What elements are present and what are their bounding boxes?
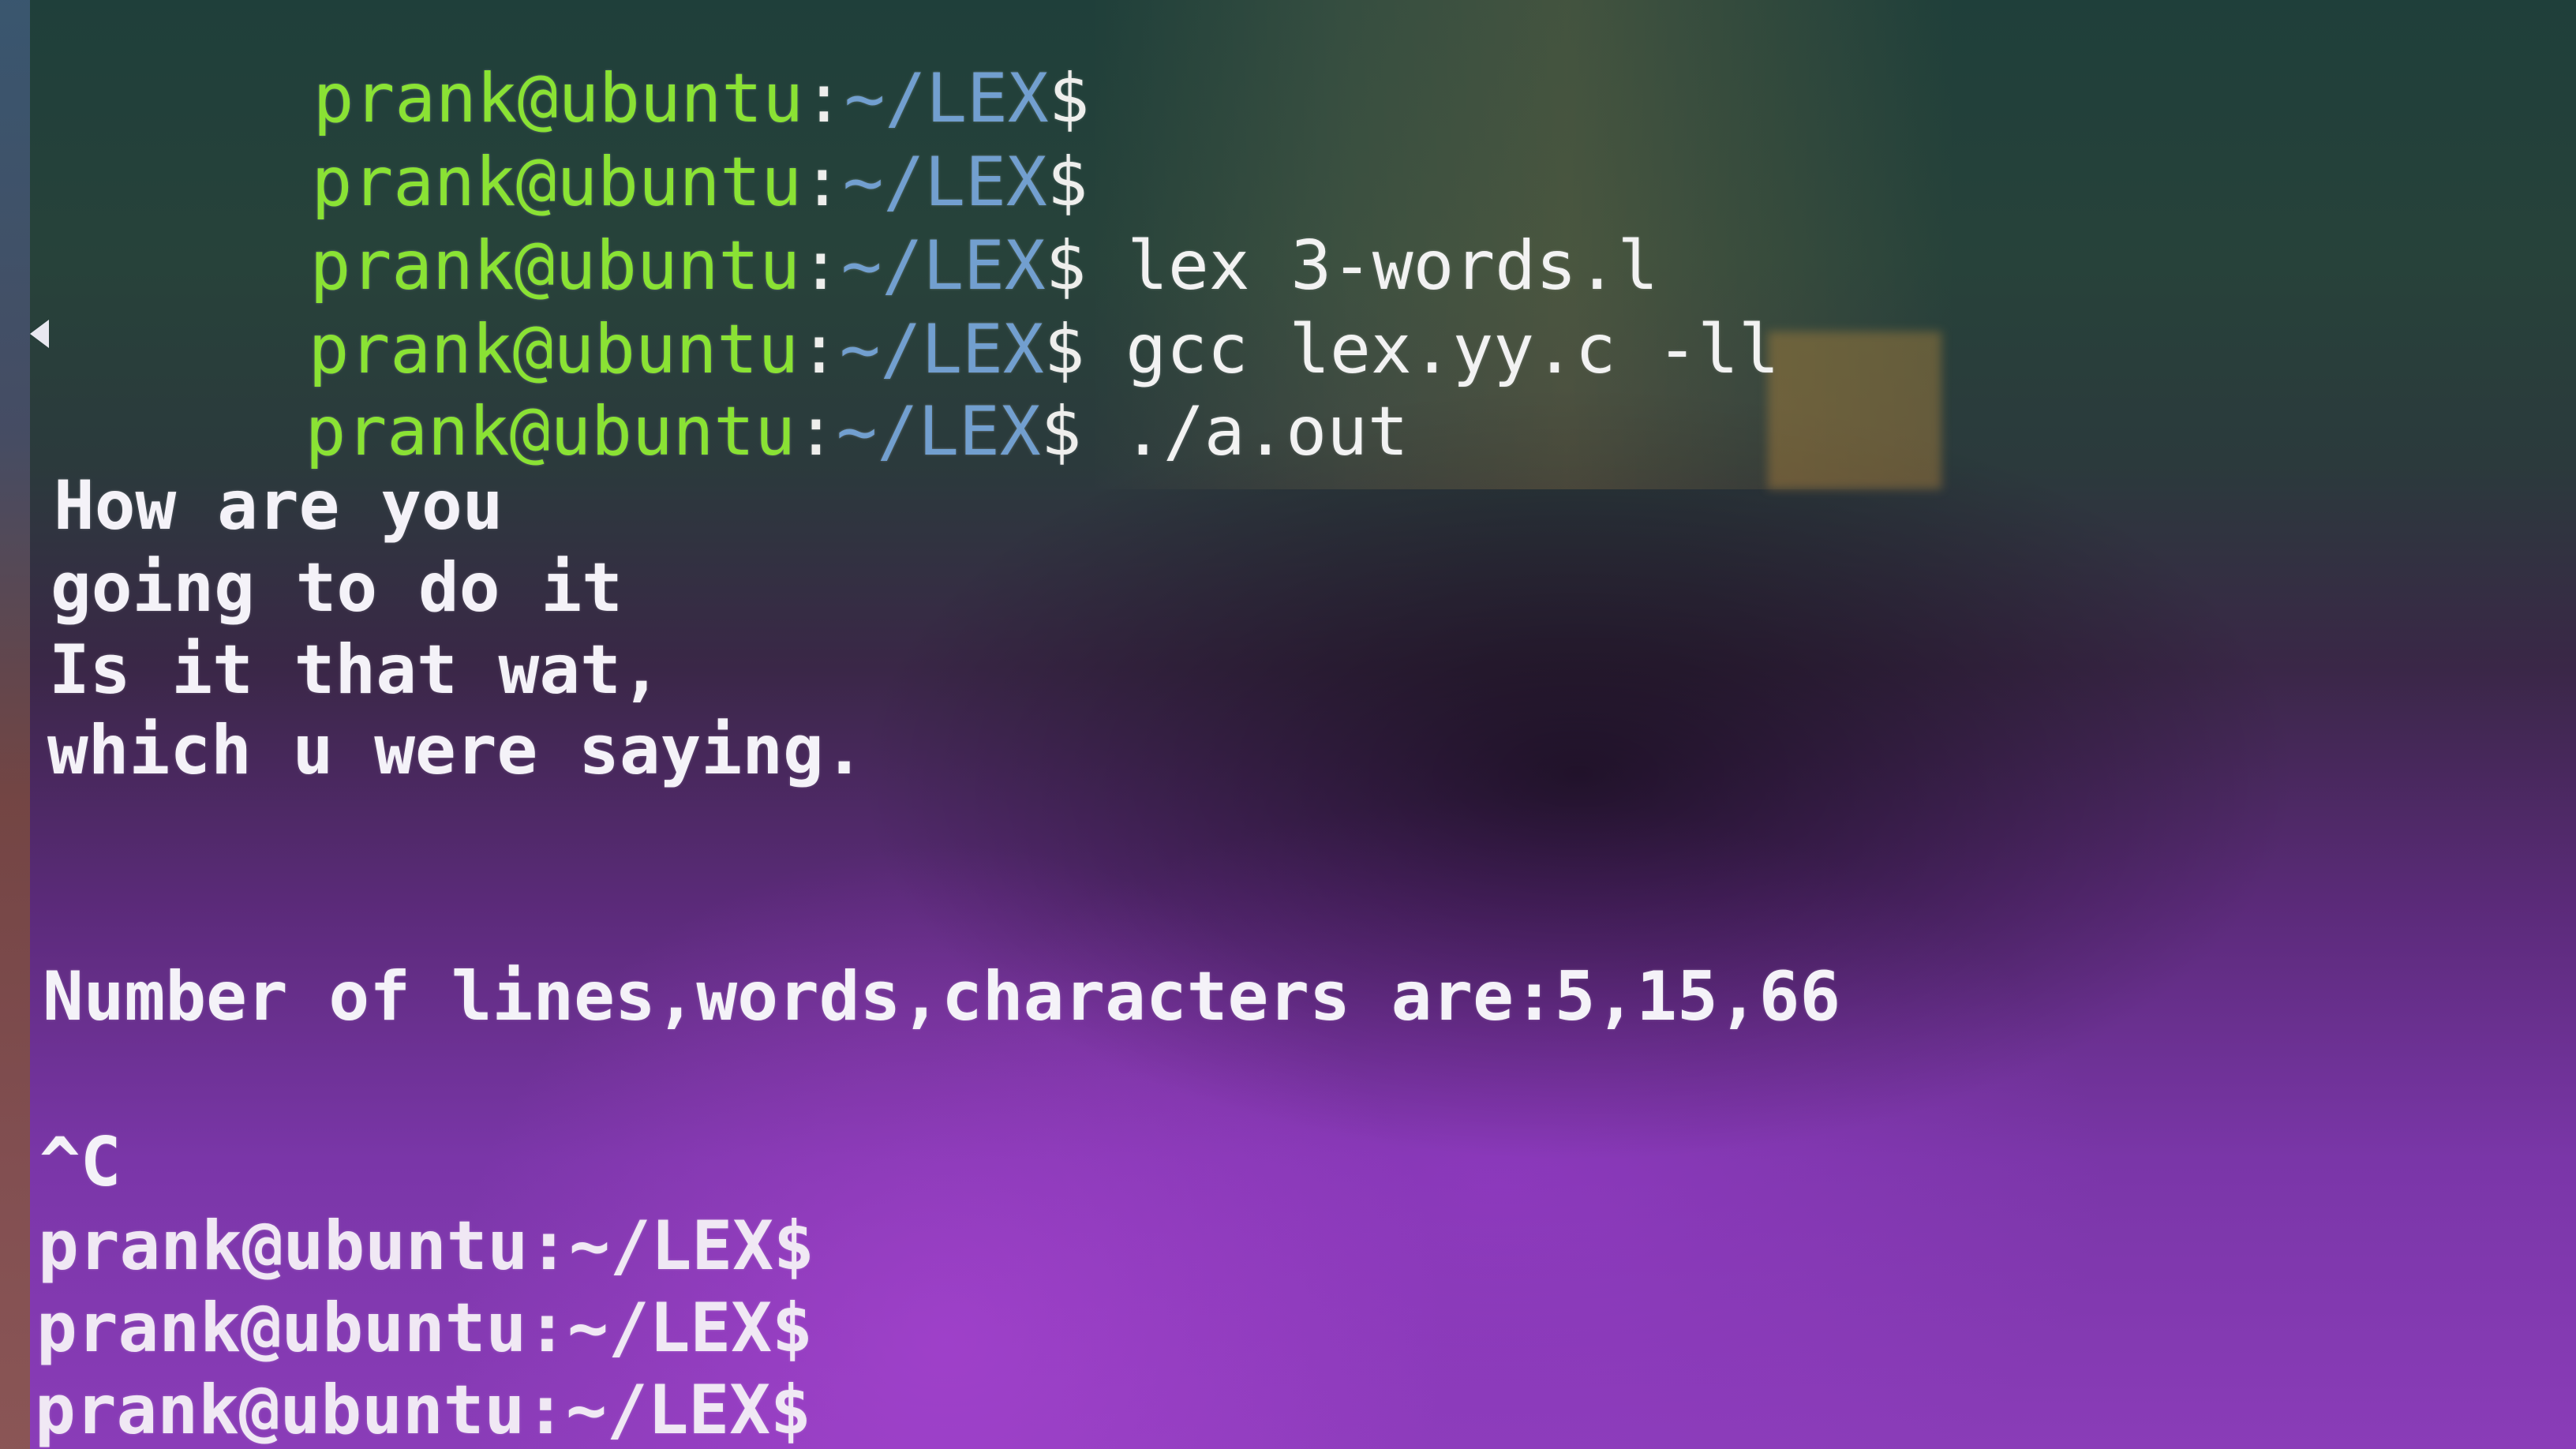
prompt-path: ~/LEX — [836, 391, 1041, 471]
prompt-line: prank@ubuntu:~/LEX$ lex 3-words.l — [65, 144, 1659, 305]
prompt-line: prank@ubuntu:~/LEX$ — [36, 1289, 813, 1368]
input-line: Is it that wat, — [49, 631, 662, 710]
prompt-line: prank@ubuntu:~/LEX$ — [38, 1207, 814, 1286]
input-line: How are you — [54, 466, 504, 545]
interrupt-line: ^C — [39, 1123, 122, 1202]
prompt-colon: : — [796, 391, 837, 471]
terminal-output[interactable]: prank@ubuntu:~/LEX$ prank@ubuntu:~/LEX$ … — [0, 0, 2576, 1449]
prompt-line: prank@ubuntu:~/LEX$ — [68, 0, 1090, 138]
prompt-line: prank@ubuntu:~/LEX$ ./a.out — [60, 309, 1409, 471]
input-line: going to do it — [51, 549, 623, 627]
prompt-line: prank@ubuntu:~/LEX$ gcc lex.yy.c -ll — [63, 227, 1780, 389]
terminal-screen-photo: prank@ubuntu:~/LEX$ prank@ubuntu:~/LEX$ … — [0, 0, 2576, 1449]
prompt-line: prank@ubuntu:~/LEX$ — [35, 1371, 811, 1449]
prompt-line: prank@ubuntu:~/LEX$ — [66, 60, 1088, 222]
input-line: which u were saying. — [47, 711, 865, 790]
result-line: Number of lines,words,characters are:5,1… — [43, 957, 1841, 1036]
prompt-user-host: prank@ubuntu — [305, 391, 796, 471]
command-text: ./a.out — [1081, 391, 1409, 471]
prompt-dollar: $ — [1040, 391, 1082, 471]
